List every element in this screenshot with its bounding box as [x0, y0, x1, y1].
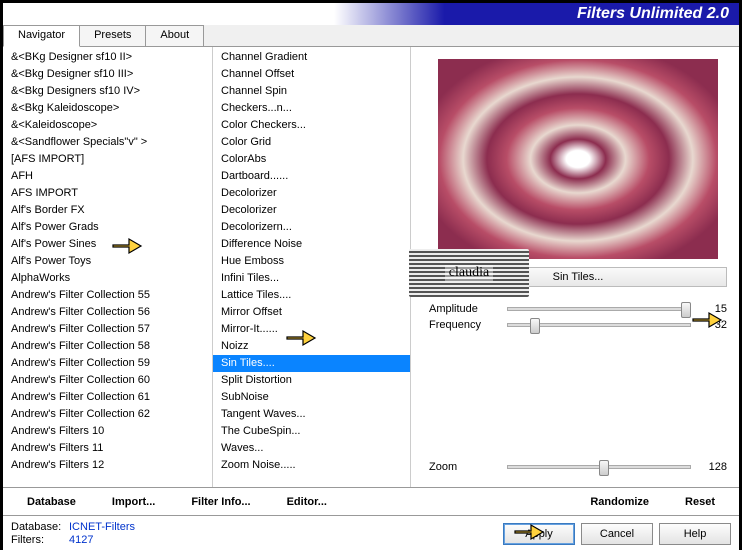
- slider-row: Amplitude 15: [429, 303, 727, 315]
- filter-item[interactable]: Decolorizer: [213, 185, 410, 202]
- filter-item[interactable]: Mirror-It......: [213, 321, 410, 338]
- filter-list[interactable]: Channel GradientChannel OffsetChannel Sp…: [213, 47, 411, 487]
- footer: Database:ICNET-Filters Filters:4127 Appl…: [3, 515, 739, 551]
- tab-about[interactable]: About: [145, 25, 204, 46]
- filter-item[interactable]: Hue Emboss: [213, 253, 410, 270]
- import-button[interactable]: Import...: [94, 496, 173, 508]
- filter-item[interactable]: Zoom Noise.....: [213, 457, 410, 474]
- category-item[interactable]: Andrew's Filter Collection 62: [3, 406, 212, 423]
- tab-presets[interactable]: Presets: [79, 25, 146, 46]
- filter-item[interactable]: SubNoise: [213, 389, 410, 406]
- filter-item[interactable]: Checkers...n...: [213, 100, 410, 117]
- filter-item[interactable]: The CubeSpin...: [213, 423, 410, 440]
- slider-value: 15: [699, 303, 727, 315]
- filter-item[interactable]: Mirror Offset: [213, 304, 410, 321]
- filter-item[interactable]: Sin Tiles....: [213, 355, 410, 372]
- footer-info: Database:ICNET-Filters Filters:4127: [11, 521, 135, 546]
- category-item[interactable]: Andrew's Filters 10: [3, 423, 212, 440]
- toolbar: Database Import... Filter Info... Editor…: [3, 487, 739, 515]
- filter-item[interactable]: Infini Tiles...: [213, 270, 410, 287]
- slider-label: Frequency: [429, 319, 499, 331]
- filter-item[interactable]: Channel Spin: [213, 83, 410, 100]
- slider-value: 32: [699, 319, 727, 331]
- category-item[interactable]: Andrew's Filter Collection 57: [3, 321, 212, 338]
- cancel-button[interactable]: Cancel: [581, 523, 653, 545]
- slider-label: Amplitude: [429, 303, 499, 315]
- category-item[interactable]: &<Sandflower Specials"v" >: [3, 134, 212, 151]
- category-item[interactable]: Alf's Power Sines: [3, 236, 212, 253]
- apply-button[interactable]: Apply: [503, 523, 575, 545]
- filter-item[interactable]: Color Grid: [213, 134, 410, 151]
- footer-buttons: Apply Cancel Help: [503, 523, 731, 545]
- filter-item[interactable]: Split Distortion: [213, 372, 410, 389]
- zoom-slider-row: Zoom 128: [429, 461, 727, 473]
- category-item[interactable]: Andrew's Filter Collection 56: [3, 304, 212, 321]
- category-item[interactable]: &<Bkg Kaleidoscope>: [3, 100, 212, 117]
- category-item[interactable]: Andrew's Filters 12: [3, 457, 212, 474]
- category-item[interactable]: Andrew's Filter Collection 55: [3, 287, 212, 304]
- filter-item[interactable]: Decolorizern...: [213, 219, 410, 236]
- category-item[interactable]: [AFS IMPORT]: [3, 151, 212, 168]
- reset-button[interactable]: Reset: [667, 496, 733, 508]
- category-item[interactable]: AFS IMPORT: [3, 185, 212, 202]
- filters-count-label: Filters:: [11, 534, 69, 546]
- category-item[interactable]: Andrew's Filter Collection 61: [3, 389, 212, 406]
- filter-info-button[interactable]: Filter Info...: [173, 496, 268, 508]
- category-item[interactable]: Alf's Power Grads: [3, 219, 212, 236]
- filter-item[interactable]: Dartboard......: [213, 168, 410, 185]
- app-title: Filters Unlimited 2.0: [577, 5, 729, 23]
- category-item[interactable]: &<Bkg Designers sf10 IV>: [3, 83, 212, 100]
- watermark: claudia: [409, 249, 529, 297]
- db-value: ICNET-Filters: [69, 521, 135, 533]
- category-item[interactable]: &<Bkg Designer sf10 III>: [3, 66, 212, 83]
- category-item[interactable]: &<Kaleidoscope>: [3, 117, 212, 134]
- editor-button[interactable]: Editor...: [269, 496, 345, 508]
- category-item[interactable]: &<BKg Designer sf10 II>: [3, 49, 212, 66]
- title-bar: Filters Unlimited 2.0: [3, 3, 739, 25]
- filter-item[interactable]: Decolorizer: [213, 202, 410, 219]
- main-area: &<BKg Designer sf10 II>&<Bkg Designer sf…: [3, 47, 739, 487]
- filter-item[interactable]: Difference Noise: [213, 236, 410, 253]
- help-button[interactable]: Help: [659, 523, 731, 545]
- zoom-slider[interactable]: [507, 465, 691, 469]
- category-item[interactable]: AFH: [3, 168, 212, 185]
- preview-image: [438, 59, 718, 259]
- database-button[interactable]: Database: [9, 496, 94, 508]
- zoom-label: Zoom: [429, 461, 499, 473]
- zoom-value: 128: [699, 461, 727, 473]
- filter-item[interactable]: Channel Offset: [213, 66, 410, 83]
- category-item[interactable]: AlphaWorks: [3, 270, 212, 287]
- randomize-button[interactable]: Randomize: [572, 496, 667, 508]
- category-item[interactable]: Andrew's Filters 11: [3, 440, 212, 457]
- slider-row: Frequency 32: [429, 319, 727, 331]
- filter-item[interactable]: Waves...: [213, 440, 410, 457]
- filter-item[interactable]: Color Checkers...: [213, 117, 410, 134]
- filter-item[interactable]: Channel Gradient: [213, 49, 410, 66]
- category-item[interactable]: Andrew's Filter Collection 59: [3, 355, 212, 372]
- category-item[interactable]: Alf's Power Toys: [3, 253, 212, 270]
- tab-navigator[interactable]: Navigator: [3, 25, 80, 47]
- filter-item[interactable]: ColorAbs: [213, 151, 410, 168]
- tab-strip: Navigator Presets About: [3, 25, 739, 47]
- db-label: Database:: [11, 521, 69, 533]
- filters-count-value: 4127: [69, 534, 93, 546]
- slider-track[interactable]: [507, 323, 691, 327]
- filter-item[interactable]: Tangent Waves...: [213, 406, 410, 423]
- filter-item[interactable]: Noizz: [213, 338, 410, 355]
- category-list[interactable]: &<BKg Designer sf10 II>&<Bkg Designer sf…: [3, 47, 213, 487]
- category-item[interactable]: Andrew's Filter Collection 58: [3, 338, 212, 355]
- slider-track[interactable]: [507, 307, 691, 311]
- category-item[interactable]: Andrew's Filter Collection 60: [3, 372, 212, 389]
- filter-item[interactable]: Lattice Tiles....: [213, 287, 410, 304]
- category-item[interactable]: Alf's Border FX: [3, 202, 212, 219]
